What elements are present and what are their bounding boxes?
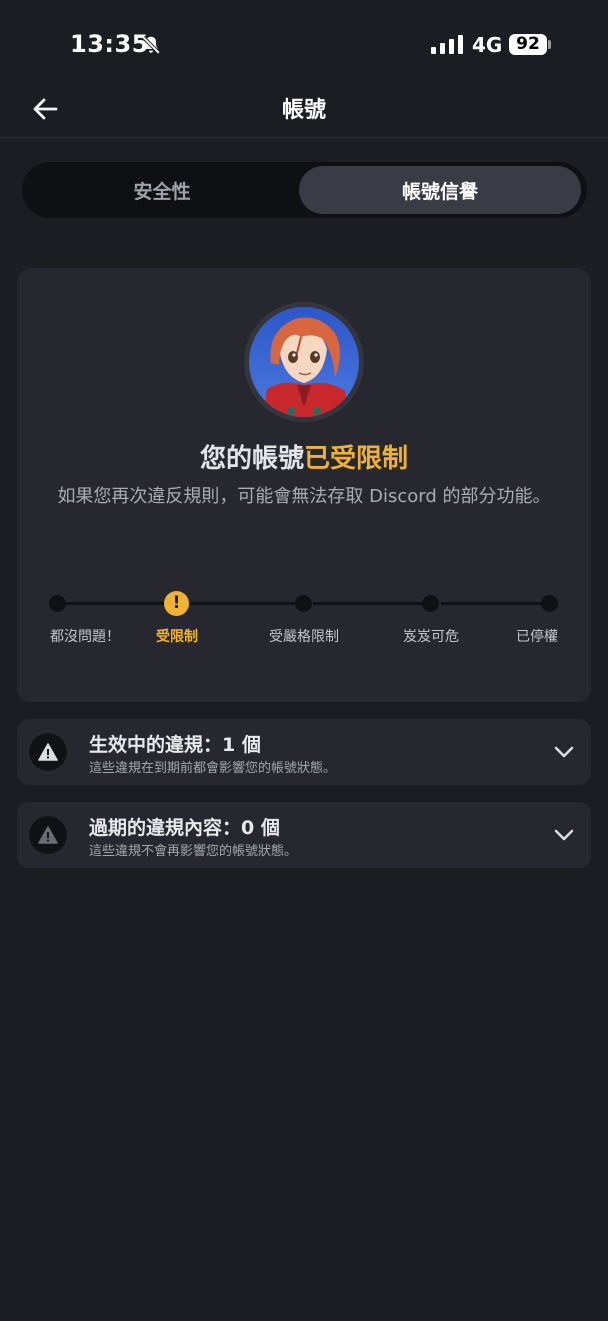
chevron-down-icon[interactable] xyxy=(551,822,577,848)
active-violations-title: 生效中的違規：1 個 xyxy=(89,734,261,756)
battery-level: 92 xyxy=(509,34,547,55)
track-label-ok: 都沒問題！ xyxy=(50,629,120,645)
track-label-suspended: 已停權 xyxy=(516,629,558,645)
track-label-strict: 受嚴格限制 xyxy=(269,629,339,645)
track-segment xyxy=(441,602,551,605)
avatar-frame xyxy=(244,302,364,422)
expired-violations-subtitle: 這些違規不會再影響您的帳號狀態。 xyxy=(89,844,298,859)
standing-heading: 您的帳號已受限制 xyxy=(17,438,591,475)
bell-off-icon xyxy=(141,35,161,55)
track-current-marker: ! xyxy=(164,591,189,616)
avatar-image xyxy=(249,307,359,417)
warning-icon xyxy=(29,816,67,854)
active-violations-row[interactable]: 生效中的違規：1 個 這些違規在到期前都會影響您的帳號狀態。 xyxy=(17,719,591,785)
expired-violations-title: 過期的違規內容：0 個 xyxy=(89,817,280,839)
track-dot-strict xyxy=(295,595,312,612)
track-dot-ok xyxy=(49,595,66,612)
status-bar: 13:35 4G 92 xyxy=(0,0,608,80)
active-violations-subtitle: 這些違規在到期前都會影響您的帳號狀態。 xyxy=(89,761,337,776)
battery-nub xyxy=(548,40,551,49)
track-segment xyxy=(66,602,166,605)
page-title: 帳號 xyxy=(281,98,326,123)
tab-account-standing[interactable]: 帳號信譽 xyxy=(299,166,581,214)
track-dot-risk xyxy=(422,595,439,612)
expired-violations-row[interactable]: 過期的違規內容：0 個 這些違規不會再影響您的帳號狀態。 xyxy=(17,802,591,868)
track-segment xyxy=(187,602,305,605)
standing-heading-prefix: 您的帳號 xyxy=(199,444,304,474)
tab-switcher: 安全性 帳號信譽 xyxy=(22,162,587,218)
track-label-limited: 受限制 xyxy=(156,629,198,645)
cellular-signal-icon xyxy=(431,35,463,54)
warning-icon xyxy=(29,733,67,771)
network-type: 4G xyxy=(472,33,503,57)
track-label-risk: 岌岌可危 xyxy=(403,629,459,645)
status-time: 13:35 xyxy=(70,30,149,58)
standing-track: ! 都沒問題！ 受限制 受嚴格限制 岌岌可危 已停權 xyxy=(17,586,591,646)
standing-heading-status: 已受限制 xyxy=(304,444,409,474)
tab-security[interactable]: 安全性 xyxy=(26,166,298,214)
account-standing-card: 您的帳號已受限制 如果您再次違反規則，可能會無法存取 Discord 的部分功能… xyxy=(17,268,591,702)
track-segment xyxy=(313,602,423,605)
chevron-down-icon[interactable] xyxy=(551,739,577,765)
track-dot-suspended xyxy=(541,595,558,612)
avatar xyxy=(249,307,359,417)
standing-description: 如果您再次違反規則，可能會無法存取 Discord 的部分功能。 xyxy=(57,486,551,507)
header: 帳號 xyxy=(0,80,608,138)
